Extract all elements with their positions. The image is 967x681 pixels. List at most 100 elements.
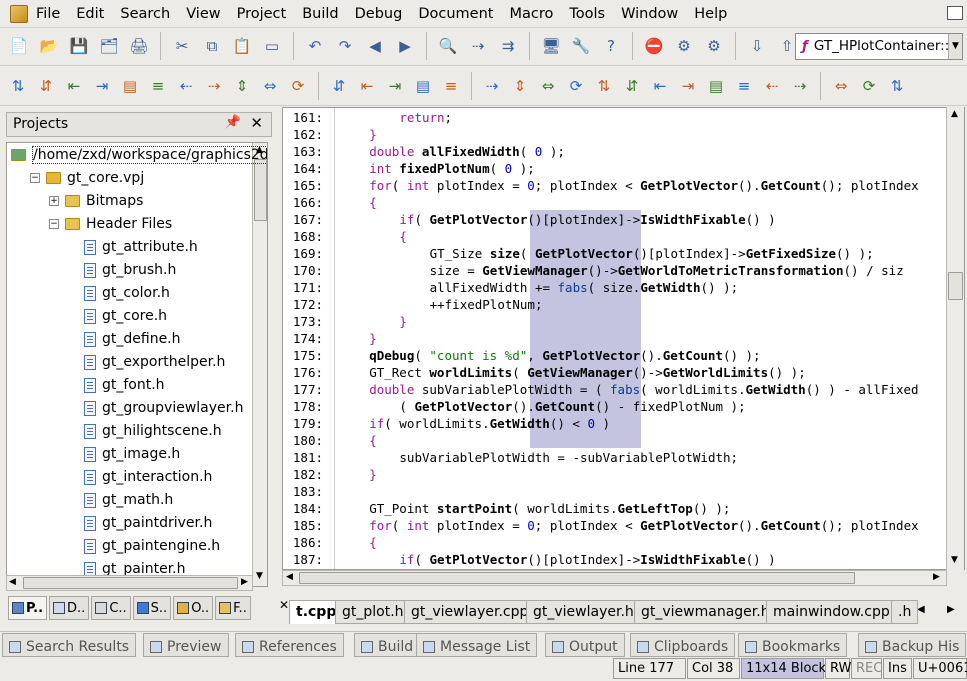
code-line[interactable]: GT_Size size( GetPlotVector()[plotIndex]…	[430, 245, 874, 262]
editor-horizontal-scrollbar[interactable]: ◀ ▶	[282, 570, 947, 586]
code-line[interactable]: qDebug( "count is %d", GetPlotVector().G…	[369, 347, 760, 364]
tool-tab[interactable]: Build	[354, 633, 421, 657]
menu-tools[interactable]: Tools	[561, 5, 613, 23]
forward-icon[interactable]: ▶	[392, 33, 418, 59]
code-line[interactable]: for( int plotIndex = 0; plotIndex < GetP…	[369, 177, 918, 194]
tree-item[interactable]: gt_define.h	[68, 328, 181, 350]
brace-icon[interactable]: ⇤	[355, 73, 379, 99]
open-file-icon[interactable]: 📂	[36, 33, 62, 59]
tree-item[interactable]: gt_font.h	[68, 374, 165, 396]
menu-build[interactable]: Build	[294, 5, 346, 23]
code-line[interactable]: if( GetPlotVector()[plotIndex]->IsWidthF…	[399, 551, 775, 568]
tool-tab[interactable]: Search Results	[2, 633, 137, 657]
collapse-icon[interactable]: −	[49, 219, 59, 229]
scroll-up-icon[interactable]: ▲	[951, 109, 958, 119]
find-next-icon[interactable]: ⇢	[465, 33, 491, 59]
scroll-down-icon[interactable]: ▼	[256, 571, 263, 581]
menu-debug[interactable]: Debug	[347, 5, 411, 23]
undo-icon[interactable]: ↶	[302, 33, 328, 59]
tool-tab[interactable]: Backup His	[858, 633, 967, 657]
menu-document[interactable]: Document	[410, 5, 501, 23]
menu-edit[interactable]: Edit	[68, 5, 112, 23]
panel-tab[interactable]: S..	[132, 596, 172, 620]
tree-scroll-thumb[interactable]	[254, 159, 267, 221]
shift-left-icon[interactable]: ⇠	[174, 73, 198, 99]
panel-tab[interactable]: F..	[215, 596, 251, 620]
document-tab[interactable]: .h	[891, 600, 919, 624]
cut-icon[interactable]: ✂	[169, 33, 195, 59]
code-line[interactable]: {	[369, 432, 377, 449]
tree-horizontal-scrollbar[interactable]: ◀ ▶	[6, 575, 253, 591]
tree-item[interactable]: gt_image.h	[68, 443, 180, 465]
pin-icon[interactable]: 📌	[225, 115, 241, 130]
code-line[interactable]: }	[369, 466, 377, 483]
find-icon[interactable]: 🔍	[435, 33, 461, 59]
code-line[interactable]: size = GetViewManager()->GetWorldToMetri…	[430, 262, 904, 279]
tree-item[interactable]: gt_core.h	[68, 305, 167, 327]
code-line[interactable]: for( int plotIndex = 0; plotIndex < GetP…	[369, 517, 918, 534]
tab-scroll-right-icon[interactable]: ▶	[947, 604, 955, 615]
code-line[interactable]: if( worldLimits.GetWidth() < 0 )	[369, 415, 610, 432]
function-combo[interactable]: ƒ GT_HPlotContainer::L ▼	[795, 33, 963, 60]
tool-tab[interactable]: Preview	[143, 633, 229, 657]
tree-item[interactable]: gt_paintdriver.h	[68, 512, 212, 534]
tree-item[interactable]: gt_color.h	[68, 282, 170, 304]
editor-vertical-scrollbar[interactable]: ▲ ▼	[946, 107, 964, 570]
scroll-left-icon[interactable]: ◀	[286, 572, 293, 582]
document-tab[interactable]: gt_viewmanager.h	[634, 600, 777, 624]
document-tab[interactable]: gt_viewlayer.h	[526, 600, 641, 624]
redo-icon[interactable]: ↷	[332, 33, 358, 59]
down-icon[interactable]: ▤	[704, 73, 728, 99]
menu-help[interactable]: Help	[686, 5, 735, 23]
code-line[interactable]: GT_Point startPoint( worldLimits.GetLeft…	[369, 500, 730, 517]
member-icon[interactable]: ⇕	[508, 73, 532, 99]
build-icon[interactable]: ⚙	[671, 33, 697, 59]
select-icon[interactable]: ▭	[259, 33, 285, 59]
back-icon[interactable]: ◀	[362, 33, 388, 59]
checkout-icon[interactable]: ⇩	[744, 33, 770, 59]
insert-line-icon[interactable]: ▤	[411, 73, 435, 99]
shift-right-icon[interactable]: ⇢	[202, 73, 226, 99]
jump-prev-icon[interactable]: ⇥	[676, 73, 700, 99]
code-line[interactable]: {	[369, 194, 377, 211]
filter-icon[interactable]: ⇅	[885, 73, 909, 99]
tree-item[interactable]: gt_paintengine.h	[68, 535, 220, 557]
tool-tab[interactable]: Output	[545, 633, 625, 657]
code-line[interactable]: double allFixedWidth( 0 );	[369, 143, 565, 160]
print-icon[interactable]: 🖨	[126, 33, 152, 59]
symbol-icon[interactable]: ⇢	[788, 73, 812, 99]
code-line[interactable]: int fixedPlotNum( 0 );	[369, 160, 535, 177]
expand-icon[interactable]: +	[49, 196, 59, 206]
scroll-down-icon[interactable]: ▼	[951, 555, 958, 565]
panel-tab[interactable]: O..	[173, 596, 214, 620]
tree-item[interactable]: − gt_core.vpj	[30, 167, 144, 189]
settings-icon[interactable]: ⚙	[701, 33, 727, 59]
code-line[interactable]: double subVariablePlotWidth = ( fabs( wo…	[369, 381, 918, 398]
tool-tab[interactable]: Clipboards	[630, 633, 736, 657]
tree-item[interactable]: gt_hilightscene.h	[68, 420, 222, 442]
tree-item[interactable]: /home/zxd/workspace/graphics2d/	[11, 144, 267, 166]
tree-item[interactable]: gt_interaction.h	[68, 466, 212, 488]
menu-file[interactable]: File	[28, 5, 68, 23]
push-icon[interactable]: ⇅	[592, 73, 616, 99]
chevron-down-icon[interactable]: ▼	[948, 34, 962, 59]
align-icon[interactable]: ⇕	[230, 73, 254, 99]
menu-macro[interactable]: Macro	[501, 5, 561, 23]
class-icon[interactable]: ⇢	[480, 73, 504, 99]
copy-icon[interactable]: ⧉	[199, 33, 225, 59]
tool-tab[interactable]: References	[235, 633, 344, 657]
block-icon[interactable]: ▤	[118, 73, 142, 99]
new-file-icon[interactable]: 📄	[6, 33, 32, 59]
menu-project[interactable]: Project	[229, 5, 295, 23]
close-icon[interactable]: ✕	[250, 114, 263, 132]
tree-item[interactable]: gt_math.h	[68, 489, 173, 511]
code-line[interactable]: {	[369, 534, 377, 551]
paste-icon[interactable]: 📋	[229, 33, 255, 59]
pop-icon[interactable]: ⇵	[620, 73, 644, 99]
code-line[interactable]: subVariablePlotWidth = -subVariablePlotW…	[399, 449, 738, 466]
tree-item[interactable]: gt_attribute.h	[68, 236, 198, 258]
indent-left-icon[interactable]: ⇤	[62, 73, 86, 99]
code-line[interactable]: }	[369, 330, 377, 347]
sort-ascending-icon[interactable]: ⇅	[6, 73, 30, 99]
tool-tab[interactable]: Bookmarks	[738, 633, 848, 657]
